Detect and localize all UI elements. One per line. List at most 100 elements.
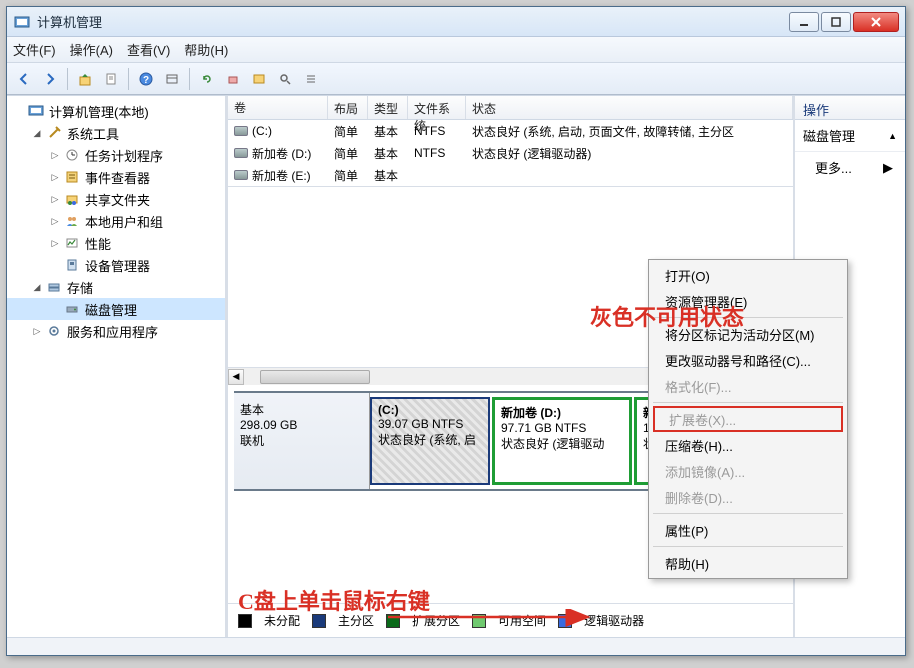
title-bar: 计算机管理 xyxy=(7,7,905,37)
disk-type: 基本 xyxy=(240,401,363,418)
settings-button[interactable] xyxy=(222,68,244,90)
actions-group[interactable]: 磁盘管理 ▲ xyxy=(795,120,905,152)
volume-row[interactable]: (C:) 简单 基本 NTFS 状态良好 (系统, 启动, 页面文件, 故障转储… xyxy=(228,120,793,142)
ctx-open[interactable]: 打开(O) xyxy=(651,262,845,288)
tree-root[interactable]: 计算机管理(本地) xyxy=(7,100,225,122)
col-layout[interactable]: 布局 xyxy=(328,96,368,119)
col-status[interactable]: 状态 xyxy=(466,96,793,119)
ctx-properties[interactable]: 属性(P) xyxy=(651,517,845,543)
close-button[interactable] xyxy=(853,12,899,32)
tree-localusers[interactable]: ▷ 本地用户和组 xyxy=(7,210,225,232)
tree-label: 磁盘管理 xyxy=(85,300,137,319)
part-name: (C:) xyxy=(378,403,399,417)
tree-diskmgmt[interactable]: 磁盘管理 xyxy=(7,298,225,320)
legend-label: 逻辑驱动器 xyxy=(584,612,644,629)
tools-icon xyxy=(45,125,63,141)
app-icon xyxy=(13,13,31,31)
col-type[interactable]: 类型 xyxy=(368,96,408,119)
minimize-button[interactable] xyxy=(789,12,819,32)
svg-text:?: ? xyxy=(143,75,149,86)
cell: 简单 xyxy=(328,145,368,162)
up-button[interactable] xyxy=(74,68,96,90)
swatch-logical xyxy=(558,614,572,628)
volume-row[interactable]: 新加卷 (E:) 简单 基本 xyxy=(228,164,793,186)
perf-icon xyxy=(63,235,81,251)
refresh-button[interactable] xyxy=(196,68,218,90)
expand-icon[interactable]: ▷ xyxy=(49,237,61,249)
part-size: 39.07 GB NTFS xyxy=(378,417,482,431)
ctx-mirror: 添加镜像(A)... xyxy=(651,458,845,484)
tree-shared[interactable]: ▷ 共享文件夹 xyxy=(7,188,225,210)
expand-icon[interactable]: ▷ xyxy=(49,193,61,205)
actions-more[interactable]: 更多... ▶ xyxy=(795,152,905,183)
expand-icon[interactable]: ▷ xyxy=(49,149,61,161)
menu-action[interactable]: 操作(A) xyxy=(70,40,113,59)
expand-icon[interactable]: ▷ xyxy=(31,325,43,337)
nav-tree: 计算机管理(本地) ◢ 系统工具 ▷ 任务计划程序 ▷ 事件查看器 ▷ 共享文件… xyxy=(7,96,227,637)
menu-separator xyxy=(653,317,843,318)
storage-icon xyxy=(45,279,63,295)
tree-label: 设备管理器 xyxy=(85,256,150,275)
drive-icon xyxy=(234,126,248,136)
actions-group-label: 磁盘管理 xyxy=(803,126,855,145)
tree-perf[interactable]: ▷ 性能 xyxy=(7,232,225,254)
ctx-explorer[interactable]: 资源管理器(E) xyxy=(651,288,845,314)
expand-icon[interactable]: ▷ xyxy=(49,215,61,227)
ctx-active[interactable]: 将分区标记为活动分区(M) xyxy=(651,321,845,347)
swatch-primary xyxy=(312,614,326,628)
swatch-unalloc xyxy=(238,614,252,628)
disk-size: 298.09 GB xyxy=(240,418,363,432)
help-button[interactable]: ? xyxy=(135,68,157,90)
ctx-format: 格式化(F)... xyxy=(651,373,845,399)
tree-eventviewer[interactable]: ▷ 事件查看器 xyxy=(7,166,225,188)
ctx-shrink[interactable]: 压缩卷(H)... xyxy=(651,432,845,458)
tree-tasksched[interactable]: ▷ 任务计划程序 xyxy=(7,144,225,166)
legend-label: 扩展分区 xyxy=(412,612,460,629)
menu-help[interactable]: 帮助(H) xyxy=(184,40,228,59)
collapse-icon[interactable]: ◢ xyxy=(31,127,43,139)
disk-icon xyxy=(63,301,81,317)
expand-icon[interactable]: ▷ xyxy=(49,171,61,183)
menu-view[interactable]: 查看(V) xyxy=(127,40,170,59)
ctx-change-letter[interactable]: 更改驱动器号和路径(C)... xyxy=(651,347,845,373)
collapse-icon[interactable]: ◢ xyxy=(31,281,43,293)
tree-services[interactable]: ▷ 服务和应用程序 xyxy=(7,320,225,342)
list-button[interactable] xyxy=(300,68,322,90)
tree-label: 计算机管理(本地) xyxy=(49,102,149,121)
back-button[interactable] xyxy=(13,68,35,90)
col-volume[interactable]: 卷 xyxy=(228,96,328,119)
ctx-extend: 扩展卷(X)... xyxy=(653,406,843,432)
properties-button[interactable] xyxy=(100,68,122,90)
toolbar-divider xyxy=(189,68,190,90)
filter-button[interactable] xyxy=(248,68,270,90)
tree-devmgr[interactable]: 设备管理器 xyxy=(7,254,225,276)
tree-label: 服务和应用程序 xyxy=(67,322,158,341)
menu-separator xyxy=(653,402,843,403)
cell: 新加卷 (D:) xyxy=(252,145,311,162)
disk-info[interactable]: 基本 298.09 GB 联机 xyxy=(234,393,370,489)
tree-systools[interactable]: ◢ 系统工具 xyxy=(7,122,225,144)
scroll-thumb[interactable] xyxy=(260,370,370,384)
partition-c[interactable]: (C:) 39.07 GB NTFS 状态良好 (系统, 启 xyxy=(370,397,490,485)
window-title: 计算机管理 xyxy=(37,12,787,31)
tree-storage[interactable]: ◢ 存储 xyxy=(7,276,225,298)
view-button[interactable] xyxy=(161,68,183,90)
tree-label: 本地用户和组 xyxy=(85,212,163,231)
ctx-help[interactable]: 帮助(H) xyxy=(651,550,845,576)
part-status: 状态良好 (系统, 启 xyxy=(378,431,482,448)
event-icon xyxy=(63,169,81,185)
menu-file[interactable]: 文件(F) xyxy=(13,40,56,59)
scroll-left-icon[interactable]: ◀ xyxy=(228,369,244,385)
computer-management-window: 计算机管理 文件(F) 操作(A) 查看(V) 帮助(H) ? xyxy=(6,6,906,656)
find-button[interactable] xyxy=(274,68,296,90)
maximize-button[interactable] xyxy=(821,12,851,32)
forward-button[interactable] xyxy=(39,68,61,90)
drive-icon xyxy=(234,170,248,180)
col-filesystem[interactable]: 文件系统 xyxy=(408,96,466,119)
clock-icon xyxy=(63,147,81,163)
part-name: 新加卷 (D:) xyxy=(501,406,561,420)
volume-row[interactable]: 新加卷 (D:) 简单 基本 NTFS 状态良好 (逻辑驱动器) xyxy=(228,142,793,164)
cell: 状态良好 (逻辑驱动器) xyxy=(466,145,793,162)
expand-icon xyxy=(49,303,61,315)
partition-d[interactable]: 新加卷 (D:) 97.71 GB NTFS 状态良好 (逻辑驱动 xyxy=(492,397,632,485)
